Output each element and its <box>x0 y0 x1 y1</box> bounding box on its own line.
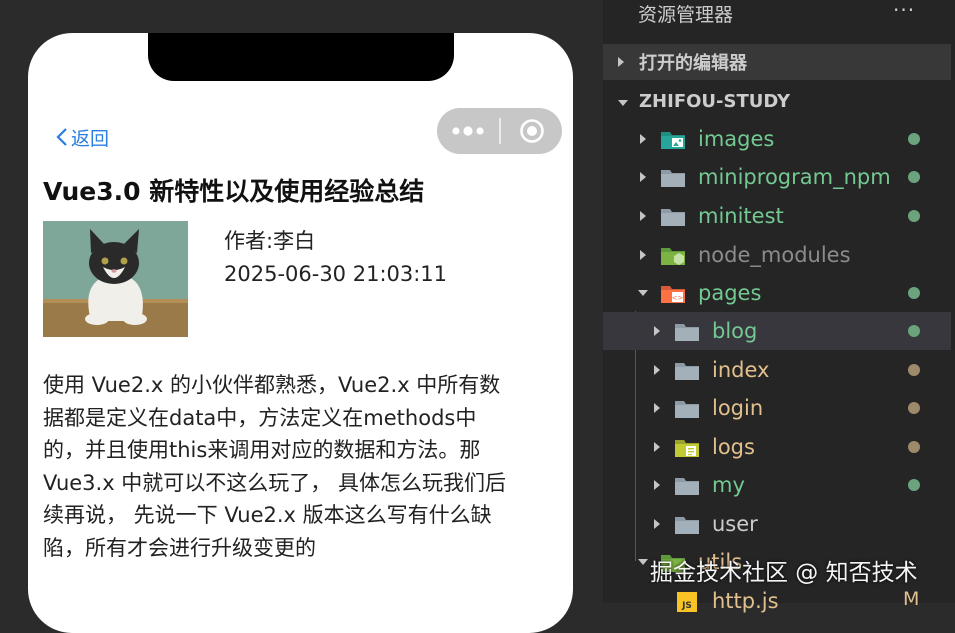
tree-item-user[interactable]: user <box>603 505 951 543</box>
chevron-down-icon <box>636 289 650 297</box>
tree-item-label: node_modules <box>698 243 851 267</box>
content-line: 据都是定义在data中，方法定义在methods中 <box>43 405 477 430</box>
chevron-down-icon <box>617 91 639 112</box>
chevron-right-icon <box>636 210 650 222</box>
back-button[interactable]: 返回 <box>56 122 109 152</box>
git-status-dot <box>908 402 920 414</box>
tree-item-node-modules[interactable]: node_modules <box>603 236 951 274</box>
content-line: 的，并且使用this来调用对应的数据和方法。那 <box>43 438 481 462</box>
svg-text:<>: <> <box>672 294 684 302</box>
article-author: 作者:李白 <box>224 229 316 253</box>
pages-folder-icon: <> <box>661 286 685 303</box>
tree-item-miniprogram-npm[interactable]: miniprogram_npm <box>603 158 951 196</box>
logs-folder-icon <box>675 440 699 457</box>
chevron-right-icon <box>636 249 650 261</box>
folder-icon <box>661 209 685 226</box>
content-line: 续再说， 先说一下 Vue2.x 版本这么写有什么缺 <box>43 503 492 527</box>
tree-item-pages[interactable]: <> pages <box>603 274 951 312</box>
back-label: 返回 <box>71 127 110 150</box>
more-dots-icon <box>452 126 484 136</box>
tree-item-blog[interactable]: blog <box>603 312 951 350</box>
js-file-icon: JS <box>677 592 697 612</box>
project-header[interactable]: ZHIFOU-STUDY <box>617 83 790 119</box>
tree-item-label: pages <box>698 281 762 305</box>
git-status-dot <box>908 364 920 376</box>
chevron-right-icon <box>650 441 664 453</box>
phone-notch <box>148 33 454 81</box>
folder-icon <box>675 478 699 495</box>
tree-item-label: images <box>698 127 775 151</box>
git-status-badge: M <box>903 588 920 610</box>
tree-item-images[interactable]: images <box>603 120 951 158</box>
chevron-right-icon <box>636 171 650 183</box>
more-actions-icon[interactable]: ··· <box>893 0 915 22</box>
article-title: Vue3.0 新特性以及使用经验总结 <box>43 177 425 206</box>
explorer-title: 资源管理器 <box>638 4 734 26</box>
more-menu-button[interactable] <box>437 108 499 154</box>
tree-item-minitest[interactable]: minitest <box>603 197 951 235</box>
open-editors-header[interactable]: 打开的编辑器 <box>617 44 747 80</box>
git-status-dot <box>908 441 920 453</box>
git-status-dot <box>908 325 920 337</box>
article-cover-image <box>43 221 188 337</box>
tree-item-label: miniprogram_npm <box>698 165 891 189</box>
chevron-right-icon <box>650 325 664 337</box>
target-close-icon <box>519 119 544 143</box>
chevron-right-icon <box>636 133 650 145</box>
content-line: 陷，所有才会进行升级变更的 <box>43 535 316 560</box>
folder-icon <box>675 363 699 380</box>
article-content: 使用 Vue2.x 的小伙伴都熟悉，Vue2.x 中所有数 据都是定义在data… <box>43 369 548 564</box>
tree-item-label: index <box>712 358 770 382</box>
project-label: ZHIFOU-STUDY <box>639 90 791 112</box>
node-folder-icon <box>661 248 685 265</box>
tree-item-logs[interactable]: logs <box>603 428 951 466</box>
content-line: 使用 Vue2.x 的小伙伴都熟悉，Vue2.x 中所有数 <box>43 373 501 397</box>
chevron-right-icon <box>617 52 639 73</box>
open-editors-label: 打开的编辑器 <box>639 53 747 74</box>
tree-item-label: login <box>712 396 764 420</box>
tree-item-label: blog <box>712 319 758 343</box>
chevron-right-icon <box>650 479 664 491</box>
tree-item-label: my <box>712 473 745 497</box>
tree-item-my[interactable]: my <box>603 466 951 504</box>
folder-icon <box>675 324 699 341</box>
tree-item-label: logs <box>712 435 755 459</box>
watermark: 掘金技术社区 @ 知否技术 <box>650 560 918 586</box>
folder-icon <box>675 517 699 534</box>
miniprogram-capsule <box>437 108 562 154</box>
git-status-dot <box>908 479 920 491</box>
tree-item-index[interactable]: index <box>603 351 951 389</box>
git-status-dot <box>908 171 920 183</box>
article-time: 2025-06-30 21:03:11 <box>224 262 448 286</box>
tree-item-login[interactable]: login <box>603 389 951 427</box>
chevron-left-icon <box>56 128 67 146</box>
chevron-right-icon <box>650 402 664 414</box>
close-miniprogram-button[interactable] <box>501 108 562 154</box>
content-line: Vue3.x 中就可以不这么玩了， 具体怎么玩我们后 <box>43 470 506 495</box>
folder-icon <box>675 401 699 418</box>
folder-icon <box>661 170 685 187</box>
tree-item-http-js[interactable]: JS http.js M <box>603 582 951 620</box>
git-status-dot <box>908 133 920 145</box>
chevron-right-icon <box>650 518 664 530</box>
image-folder-icon <box>661 132 685 149</box>
tree-item-label: http.js <box>712 589 779 613</box>
git-status-dot <box>908 210 920 222</box>
git-status-dot <box>908 287 920 299</box>
chevron-down-icon <box>636 558 650 566</box>
tree-item-label: user <box>712 512 758 536</box>
chevron-right-icon <box>650 364 664 376</box>
tree-item-label: minitest <box>698 204 784 228</box>
